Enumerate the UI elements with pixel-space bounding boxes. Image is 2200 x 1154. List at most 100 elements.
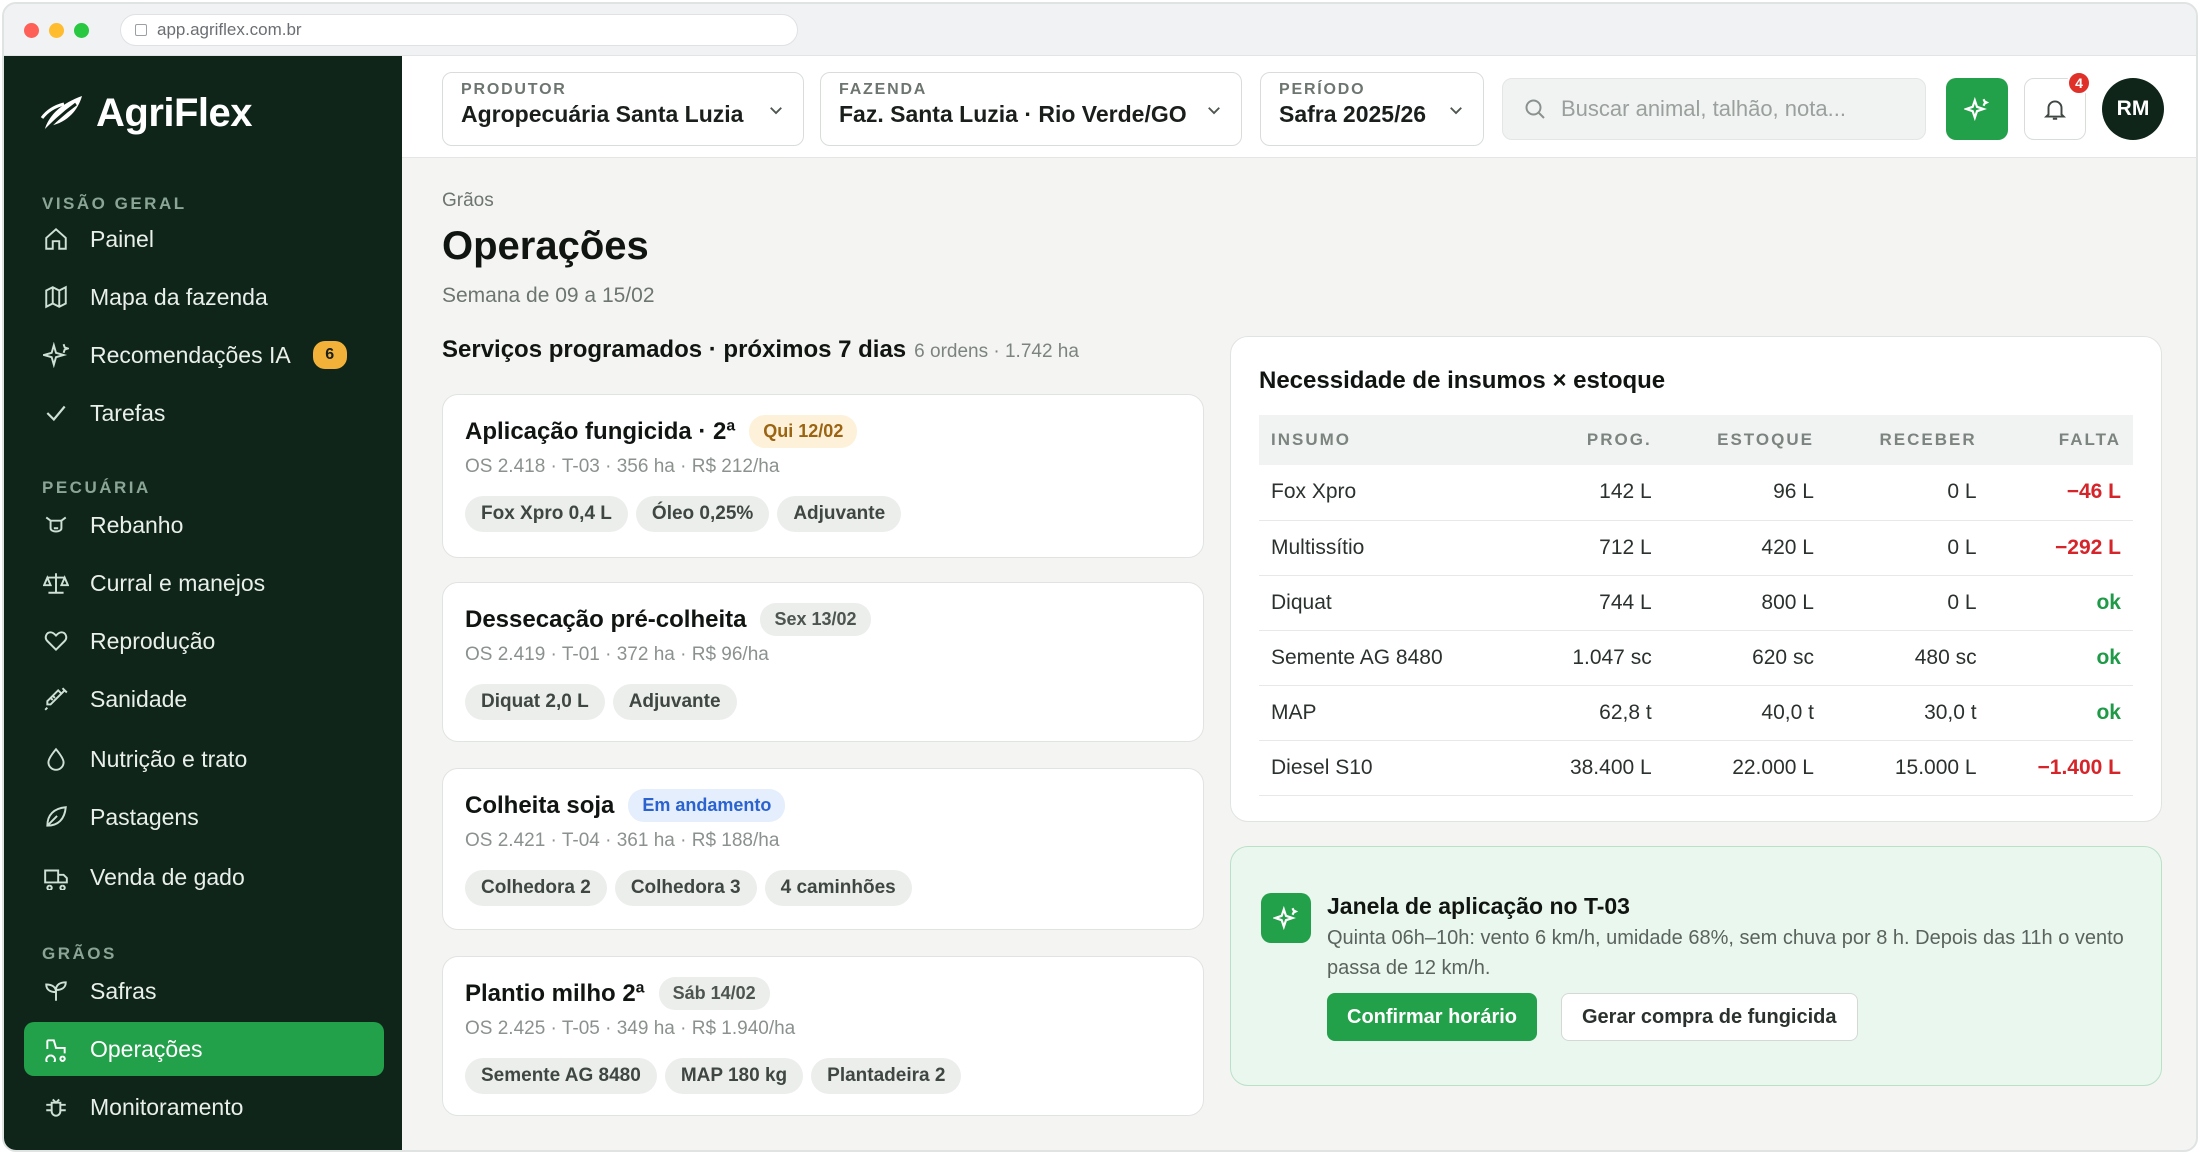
recommendations-count-badge: 6	[312, 341, 347, 369]
cell-estoque: 96 L	[1663, 465, 1826, 521]
produtor-label: PRODUTOR	[461, 81, 567, 98]
sparkle-icon	[42, 341, 70, 369]
service-details: OS 2.421 · T-04 · 361 ha · R$ 188/ha	[465, 830, 780, 851]
address-bar[interactable]: app.agriflex.com.br	[120, 14, 798, 46]
leaf-icon	[42, 803, 70, 831]
service-date-tag: Qui 12/02	[749, 415, 858, 448]
sidebar-item-safras[interactable]: Safras	[24, 964, 384, 1018]
section-livestock: PECUÁRIA	[42, 478, 151, 497]
service-card[interactable]: Dessecação pré-colheita Sex 13/02 OS 2.4…	[442, 582, 1204, 742]
input-chip: Diquat 2,0 L	[465, 684, 605, 720]
cell-receber: 30,0 t	[1825, 685, 1989, 741]
col-receber[interactable]: RECEBER	[1825, 415, 1989, 465]
search-input[interactable]: Buscar animal, talhão, nota...	[1502, 78, 1926, 140]
cell-insumo: Semente AG 8480	[1259, 630, 1522, 686]
service-card[interactable]: Colheita soja Em andamento OS 2.421 · T-…	[442, 768, 1204, 930]
table-header-row: INSUMO PROG. ESTOQUE RECEBER FALTA	[1259, 415, 2133, 465]
heart-icon	[42, 627, 70, 655]
sidebar-item-recomendacoes[interactable]: Recomendações IA 6	[24, 328, 384, 382]
sidebar-item-mapa[interactable]: Mapa da fazenda	[24, 270, 384, 324]
service-details: OS 2.419 · T-01 · 372 ha · R$ 96/ha	[465, 644, 769, 665]
table-row[interactable]: Diquat 744 L 800 L 0 L ok	[1259, 575, 2133, 631]
maximize-window-button[interactable]	[74, 23, 89, 38]
sidebar-item-pastagens[interactable]: Pastagens	[24, 790, 384, 844]
close-window-button[interactable]	[24, 23, 39, 38]
service-title: Plantio milho 2ª	[465, 979, 645, 1007]
table-row[interactable]: Fox Xpro 142 L 96 L 0 L −46 L	[1259, 465, 2133, 521]
cell-prog: 62,8 t	[1521, 685, 1664, 741]
inputs-stock-panel: Necessidade de insumos × estoque INSUMO …	[1230, 336, 2162, 822]
cell-insumo: Diesel S10	[1259, 740, 1522, 796]
sidebar-item-label: Rebanho	[90, 511, 184, 538]
panel-title: Necessidade de insumos × estoque	[1259, 367, 1666, 394]
sidebar-item-sanidade[interactable]: Sanidade	[24, 672, 384, 726]
service-details: OS 2.425 · T-05 · 349 ha · R$ 1.940/ha	[465, 1018, 796, 1039]
table-row[interactable]: MAP 62,8 t 40,0 t 30,0 t ok	[1259, 685, 2133, 741]
cell-falta: ok	[1988, 575, 2133, 631]
service-card[interactable]: Plantio milho 2ª Sáb 14/02 OS 2.425 · T-…	[442, 956, 1204, 1116]
fazenda-select[interactable]: FAZENDA Faz. Santa Luzia · Rio Verde/GO	[820, 72, 1242, 146]
cell-receber: 480 sc	[1825, 630, 1989, 686]
col-insumo[interactable]: INSUMO	[1259, 415, 1522, 465]
col-prog[interactable]: PROG.	[1521, 415, 1664, 465]
produtor-select[interactable]: PRODUTOR Agropecuária Santa Luzia	[442, 72, 804, 146]
service-title: Colheita soja	[465, 791, 615, 819]
periodo-select[interactable]: PERÍODO Safra 2025/26	[1260, 72, 1484, 146]
cell-receber: 15.000 L	[1825, 740, 1989, 796]
sidebar-item-tarefas[interactable]: Tarefas	[24, 386, 384, 440]
cell-insumo: Diquat	[1259, 575, 1522, 631]
service-status-tag: Em andamento	[628, 789, 786, 822]
col-estoque[interactable]: ESTOQUE	[1663, 415, 1826, 465]
sidebar-item-label: Pastagens	[90, 803, 199, 830]
produtor-value: Agropecuária Santa Luzia	[461, 101, 744, 127]
cell-prog: 712 L	[1521, 520, 1664, 576]
page-title: Operações	[442, 224, 649, 268]
table-row[interactable]: Diesel S10 38.400 L 22.000 L 15.000 L −1…	[1259, 740, 2133, 796]
search-placeholder: Buscar animal, talhão, nota...	[1561, 96, 1846, 121]
ai-assistant-button[interactable]	[1946, 78, 2008, 140]
cell-falta: −46 L	[1988, 465, 2133, 521]
table-row[interactable]: Semente AG 8480 1.047 sc 620 sc 480 sc o…	[1259, 630, 2133, 686]
cell-receber: 0 L	[1825, 465, 1989, 521]
input-chip: Adjuvante	[777, 496, 902, 532]
tractor-icon	[42, 1035, 70, 1063]
cell-falta: ok	[1988, 630, 2133, 686]
bell-icon	[2043, 100, 2067, 120]
input-chip: MAP 180 kg	[664, 1058, 804, 1094]
col-falta[interactable]: FALTA	[1988, 415, 2133, 465]
resource-chip: 4 caminhões	[764, 870, 912, 906]
inputs-table: INSUMO PROG. ESTOQUE RECEBER FALTA Fox X…	[1259, 415, 2133, 796]
cell-estoque: 40,0 t	[1663, 685, 1826, 741]
resource-chip: Colhedora 3	[614, 870, 757, 906]
table-row[interactable]: Multissítio 712 L 420 L 0 L −292 L	[1259, 520, 2133, 576]
brand-logo[interactable]: AgriFlex	[38, 88, 253, 138]
home-icon	[42, 225, 70, 253]
sidebar-item-label: Tarefas	[90, 399, 166, 426]
sidebar-item-label: Curral e manejos	[90, 569, 266, 596]
sidebar-item-reproducao[interactable]: Reprodução	[24, 614, 384, 668]
input-chip: Fox Xpro 0,4 L	[465, 496, 628, 532]
leaf-logo-icon	[40, 96, 82, 136]
cell-falta: −292 L	[1988, 520, 2133, 576]
sidebar-item-monitoramento[interactable]: Monitoramento	[24, 1080, 384, 1134]
user-avatar[interactable]: RM	[2102, 78, 2164, 140]
sidebar-item-venda[interactable]: Venda de gado	[24, 850, 384, 904]
minimize-window-button[interactable]	[49, 23, 64, 38]
input-chip: Óleo 0,25%	[635, 496, 770, 532]
map-icon	[42, 283, 70, 311]
sidebar-item-rebanho[interactable]: Rebanho	[24, 498, 384, 552]
cell-insumo: Multissítio	[1259, 520, 1522, 576]
sidebar-item-painel[interactable]: Painel	[24, 212, 384, 266]
cell-estoque: 800 L	[1663, 575, 1826, 631]
sidebar-item-nutricao[interactable]: Nutrição e trato	[24, 732, 384, 786]
generate-purchase-button[interactable]: Gerar compra de fungicida	[1561, 993, 1858, 1041]
suggestion-description: Quinta 06h–10h: vento 6 km/h, umidade 68…	[1327, 927, 2124, 979]
service-card[interactable]: Aplicação fungicida · 2ª Qui 12/02 OS 2.…	[442, 394, 1204, 558]
sidebar-item-curral[interactable]: Curral e manejos	[24, 556, 384, 610]
scale-icon	[42, 569, 70, 597]
sidebar-item-operacoes[interactable]: Operações	[24, 1022, 384, 1076]
confirm-schedule-button[interactable]: Confirmar horário	[1327, 993, 1538, 1041]
notification-count-badge: 4	[2067, 71, 2091, 95]
notifications-button[interactable]: 4	[2024, 71, 2091, 140]
breadcrumb[interactable]: Grãos	[442, 190, 494, 212]
